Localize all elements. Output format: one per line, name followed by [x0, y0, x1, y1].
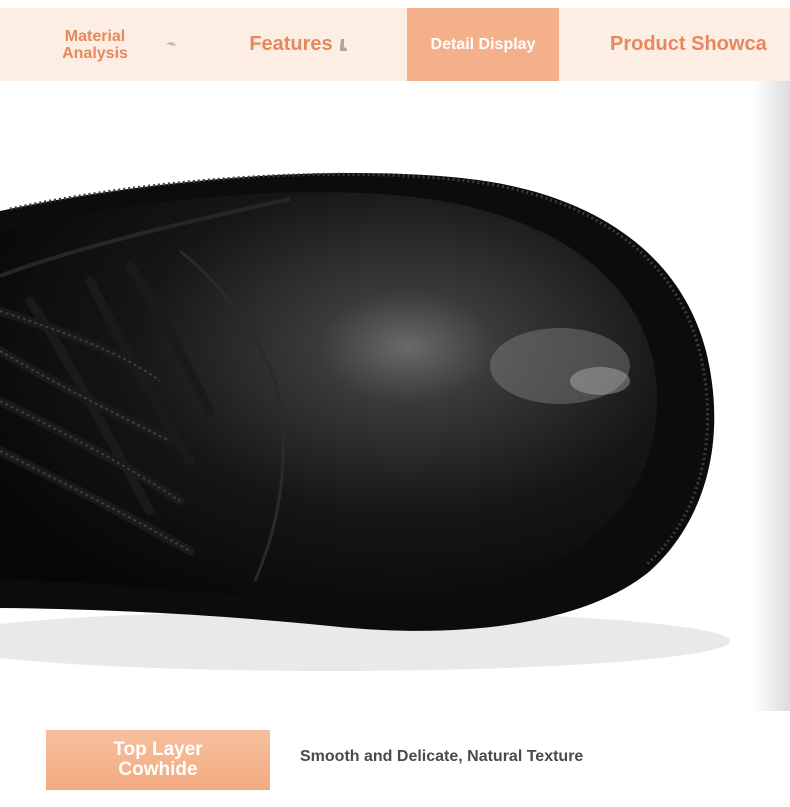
tab-detail-display[interactable]: Detail Display: [407, 8, 559, 95]
boot-mini-icon: [339, 38, 347, 51]
material-badge: Top Layer Cowhide: [46, 730, 270, 790]
material-badge-label: Top Layer Cowhide: [113, 739, 203, 780]
section-tab-bar: Material Analysis Features Detail Displa…: [0, 8, 790, 95]
tab-detail-display-label: Detail Display: [430, 35, 536, 53]
tab-features[interactable]: Features: [228, 8, 368, 81]
tab-material-analysis[interactable]: Material Analysis: [40, 8, 150, 81]
tab-material-analysis-label: Material Analysis: [62, 27, 128, 62]
leather-boot-photo: [0, 81, 790, 711]
tab-product-showcase[interactable]: Product Showca: [596, 8, 790, 81]
sparkle-icon: [166, 42, 176, 46]
tab-features-label: Features: [249, 33, 333, 55]
product-detail-page: Material Analysis Features Detail Displa…: [0, 0, 790, 807]
tab-product-showcase-label: Product Showca: [610, 33, 767, 55]
material-description: Smooth and Delicate, Natural Texture: [300, 748, 584, 765]
